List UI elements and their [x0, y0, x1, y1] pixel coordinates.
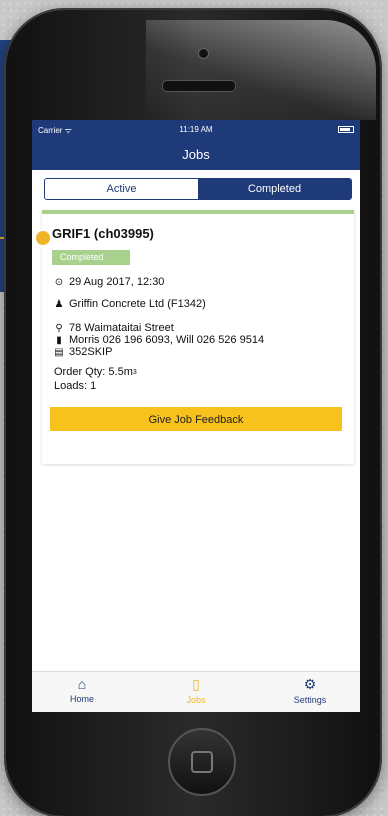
job-address-row: ⚲ 78 Waimataitai Street — [54, 322, 174, 334]
job-customer: Griffin Concrete Ltd (F1342) — [69, 298, 206, 310]
nav-bar: Jobs — [32, 140, 360, 170]
user-icon: ♟ — [54, 298, 64, 310]
job-equipment: 352SKIP — [69, 346, 113, 358]
job-datetime-row: ⊙ 29 Aug 2017, 12:30 — [54, 276, 165, 288]
order-qty: Order Qty: 5.5m — [54, 366, 133, 378]
truck-icon: ▤ — [54, 346, 64, 358]
order-qty-row: Order Qty: 5.5m 3 — [54, 366, 137, 378]
map-marker-icon: ⚲ — [55, 322, 63, 334]
give-job-feedback-button[interactable]: Give Job Feedback — [50, 407, 342, 431]
tab-label: Settings — [293, 695, 327, 705]
segment-active[interactable]: Active — [45, 179, 198, 199]
tab-jobs[interactable]: ▯ Jobs — [146, 676, 246, 705]
job-datetime: 29 Aug 2017, 12:30 — [69, 276, 165, 288]
job-contacts-row: ▮ Morris 026 196 6093, Will 026 526 9514 — [54, 334, 264, 346]
camera — [198, 48, 209, 59]
speaker — [162, 80, 236, 92]
app-screen: Carrier ᯤ 11:19 AM Jobs Active Completed… — [32, 120, 360, 712]
tab-bar: ⌂ Home ▯ Jobs ⚙ Settings — [32, 671, 360, 712]
job-equipment-row: ▤ 352SKIP — [54, 346, 112, 358]
order-qty-unit-exponent: 3 — [132, 368, 137, 376]
status-badge: Completed — [52, 250, 130, 265]
phone-icon: ▮ — [56, 334, 62, 346]
page-title: Jobs — [182, 147, 210, 162]
document-icon: ▯ — [192, 676, 200, 692]
home-icon: ⌂ — [77, 676, 87, 692]
loads-row: Loads: 1 — [54, 380, 96, 392]
job-card[interactable]: GRIF1 (ch03995) Completed ⊙ 29 Aug 2017,… — [42, 210, 354, 464]
job-title: GRIF1 (ch03995) — [52, 226, 154, 241]
loads: Loads: 1 — [54, 380, 97, 392]
segment-completed[interactable]: Completed — [198, 179, 351, 199]
job-filter-segment: Active Completed — [44, 178, 352, 200]
tab-label: Home — [69, 694, 94, 704]
clock-icon: ⊙ — [54, 276, 64, 288]
status-bar: Carrier ᯤ 11:19 AM — [32, 120, 360, 140]
tab-label: Jobs — [186, 695, 206, 705]
tab-settings[interactable]: ⚙ Settings — [260, 676, 360, 705]
gears-icon: ⚙ — [303, 676, 317, 692]
battery-icon — [338, 126, 354, 133]
job-address: 78 Waimataitai Street — [69, 322, 174, 334]
callout-dot — [34, 229, 52, 247]
clock: 11:19 AM — [179, 125, 213, 134]
job-customer-row: ♟ Griffin Concrete Ltd (F1342) — [54, 298, 206, 310]
job-contacts: Morris 026 196 6093, Will 026 526 9514 — [69, 334, 265, 346]
tab-home[interactable]: ⌂ Home — [32, 676, 132, 704]
